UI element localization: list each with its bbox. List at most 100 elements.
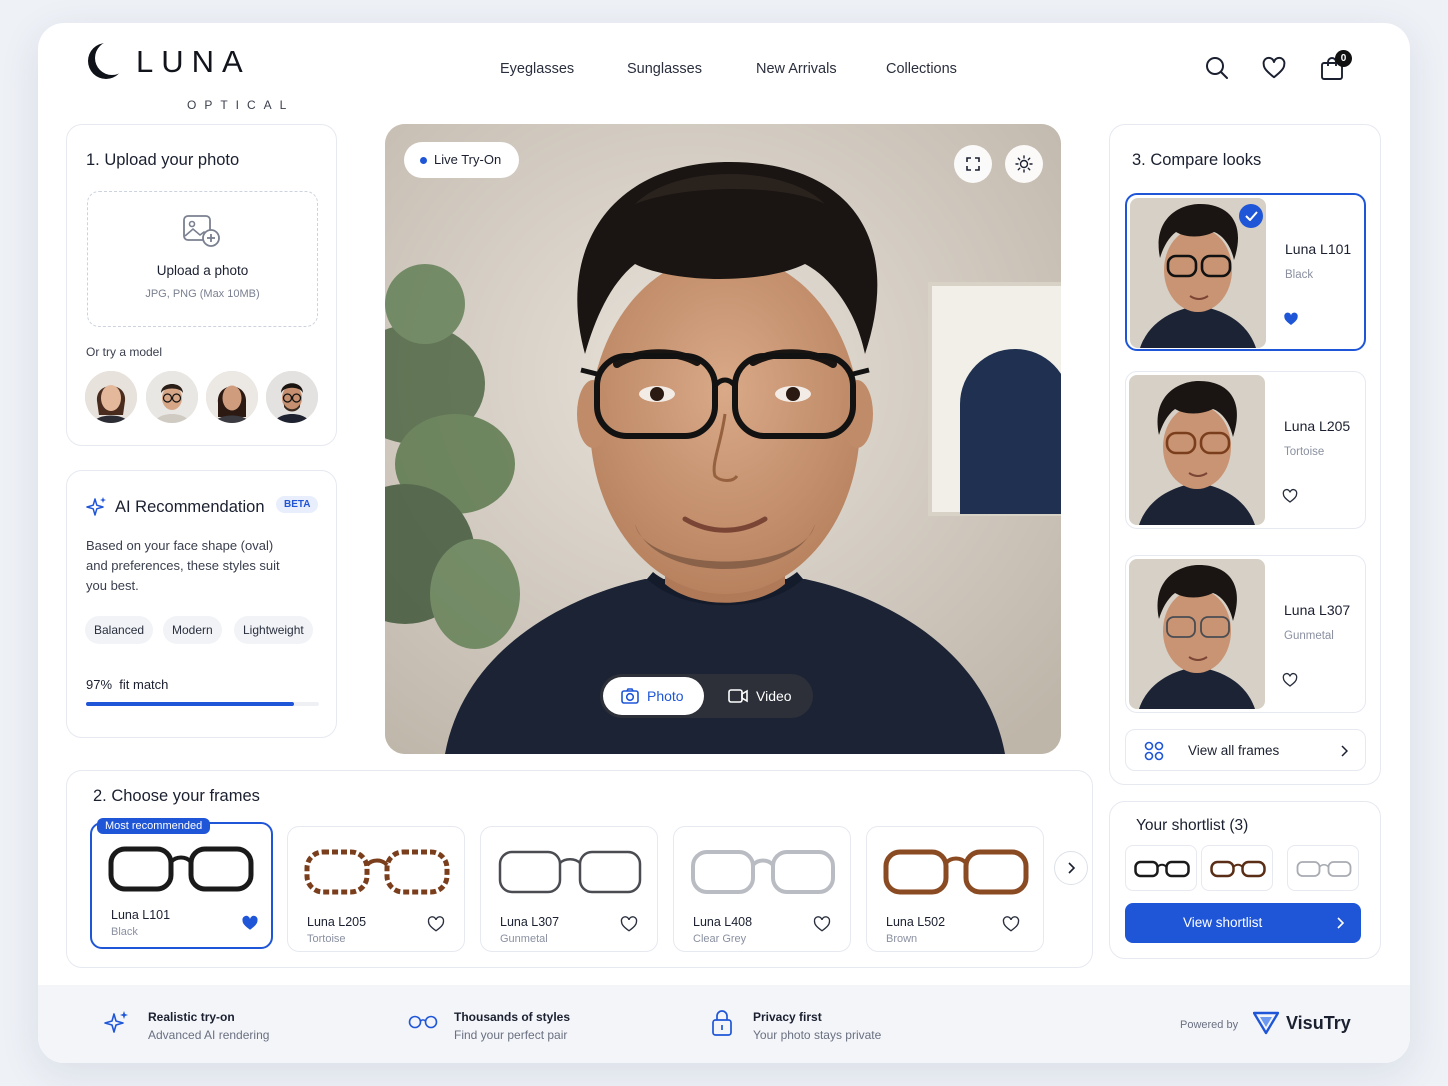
brand-subtitle: OPTICAL xyxy=(187,98,295,112)
nav-eyeglasses[interactable]: Eyeglasses xyxy=(500,61,574,77)
heart-outline-icon[interactable] xyxy=(1282,488,1298,504)
feature-title: Privacy first xyxy=(753,1010,822,1024)
frame-card-l502[interactable]: Luna L502 Brown xyxy=(866,826,1044,952)
sun-icon xyxy=(1015,155,1033,173)
nav-collections[interactable]: Collections xyxy=(886,61,957,77)
heart-filled-icon[interactable] xyxy=(1283,311,1299,327)
fit-value: 97% xyxy=(86,677,113,692)
glasses-tortoise-icon xyxy=(1210,860,1266,878)
fit-progress-fill xyxy=(86,702,294,706)
search-icon[interactable] xyxy=(1204,55,1230,81)
fit-label: fit match xyxy=(119,677,169,692)
upload-hint: JPG, PNG (Max 10MB) xyxy=(145,288,260,300)
upload-title: 1. Upload your photo xyxy=(86,151,240,169)
video-mode-label: Video xyxy=(756,688,792,704)
frame-name: Luna L101 xyxy=(111,908,171,922)
compare-item-color: Gunmetal xyxy=(1284,630,1334,642)
compare-item-l205[interactable]: Luna L205 Tortoise xyxy=(1125,371,1366,529)
frames-title: 2. Choose your frames xyxy=(93,787,260,805)
lock-icon xyxy=(712,1010,732,1036)
powered-by-label: Powered by xyxy=(1180,1019,1239,1031)
feature-title: Realistic try-on xyxy=(148,1010,235,1024)
upload-dropzone[interactable]: Upload a photo JPG, PNG (Max 10MB) xyxy=(87,191,318,327)
footer: Realistic try-on Advanced AI rendering T… xyxy=(38,985,1410,1063)
shortlist-item-2[interactable] xyxy=(1201,845,1273,891)
chip-balanced[interactable]: Balanced xyxy=(85,616,154,644)
glasses-clear-grey-icon xyxy=(691,850,835,894)
shopping-bag-icon[interactable]: 0 xyxy=(1319,50,1352,81)
glasses-brown-icon xyxy=(883,849,1029,895)
upload-card: 1. Upload your photo Upload a photo JPG,… xyxy=(66,124,337,446)
fullscreen-button[interactable] xyxy=(954,145,992,183)
heart-filled-icon[interactable] xyxy=(241,914,259,932)
app-window: LUNA OPTICAL Eyeglasses Sunglasses New A… xyxy=(38,23,1410,1063)
frame-card-l205[interactable]: Luna L205 Tortoise xyxy=(287,826,465,952)
fit-progress-bar xyxy=(86,702,319,706)
video-camera-icon xyxy=(728,689,748,703)
frame-color: Gunmetal xyxy=(500,933,548,945)
compare-item-l101[interactable]: Luna L101 Black xyxy=(1125,193,1366,351)
compare-photo xyxy=(1129,375,1265,525)
view-shortlist-button[interactable]: View shortlist xyxy=(1125,903,1361,943)
photo-mode-label: Photo xyxy=(647,688,684,704)
model-avatar-3[interactable] xyxy=(206,371,258,423)
frames-next-button[interactable] xyxy=(1054,851,1088,885)
view-all-frames-button[interactable]: View all frames xyxy=(1125,729,1366,771)
frame-color: Black xyxy=(111,926,138,938)
frame-name: Luna L307 xyxy=(500,915,560,929)
compare-item-l307[interactable]: Luna L307 Gunmetal xyxy=(1125,555,1366,713)
video-mode-button[interactable]: Video xyxy=(720,677,810,715)
heart-outline-icon[interactable] xyxy=(1282,672,1298,688)
heart-outline-icon[interactable] xyxy=(1002,915,1020,933)
nav-new-arrivals[interactable]: New Arrivals xyxy=(756,61,837,77)
brightness-button[interactable] xyxy=(1005,145,1043,183)
nav-sunglasses[interactable]: Sunglasses xyxy=(627,61,702,77)
grid-icon xyxy=(1144,741,1164,761)
compare-looks-card: 3. Compare looks Luna L101 Black Luna L2… xyxy=(1109,124,1381,785)
glasses-black-icon xyxy=(108,846,254,892)
sparkle-icon xyxy=(104,1011,128,1033)
visutry-brand[interactable]: VisuTry xyxy=(1286,1013,1351,1034)
expand-icon xyxy=(966,157,980,171)
frame-card-l408[interactable]: Luna L408 Clear Grey xyxy=(673,826,851,952)
frame-color: Clear Grey xyxy=(693,933,747,945)
most-recommended-tag: Most recommended xyxy=(97,818,211,834)
model-avatar-2[interactable] xyxy=(146,371,198,423)
compare-item-name: Luna L307 xyxy=(1284,602,1351,618)
frame-name: Luna L502 xyxy=(886,915,946,929)
ai-title: AI Recommendation xyxy=(115,498,265,516)
photo-mode-button[interactable]: Photo xyxy=(603,677,704,715)
frame-card-l101[interactable]: Most recommended Luna L101 Black xyxy=(90,818,273,949)
try-on-portrait xyxy=(385,124,1061,754)
chevron-right-icon xyxy=(1337,917,1344,929)
ai-recommendation-card: AI Recommendation BETA Based on your fac… xyxy=(66,470,337,738)
heart-outline-icon[interactable] xyxy=(427,915,445,933)
upload-button-label: Upload a photo xyxy=(156,263,249,278)
sparkle-icon xyxy=(86,496,108,518)
beta-badge: BETA xyxy=(276,496,319,513)
cart-count-badge: 0 xyxy=(1335,50,1352,67)
choose-frames-card: 2. Choose your frames Most recommended L… xyxy=(66,770,1093,968)
chip-modern[interactable]: Modern xyxy=(163,616,222,644)
model-avatar-1[interactable] xyxy=(85,371,137,423)
try-on-viewer[interactable]: Live Try-On Photo Video xyxy=(385,124,1061,754)
glasses-gunmetal-icon xyxy=(498,850,642,894)
shortlist-item-1[interactable] xyxy=(1125,845,1197,891)
frame-card-l307[interactable]: Luna L307 Gunmetal xyxy=(480,826,658,952)
view-all-label: View all frames xyxy=(1188,743,1280,758)
shortlist-item-3[interactable] xyxy=(1287,845,1359,891)
selected-check-icon xyxy=(1239,204,1263,228)
model-avatar-4[interactable] xyxy=(266,371,318,423)
visutry-logo-icon xyxy=(1253,1011,1279,1035)
frame-color: Tortoise xyxy=(307,933,346,945)
fit-match: 97% fit match xyxy=(86,677,168,692)
glasses-clear-grey-icon xyxy=(1296,861,1352,877)
wishlist-heart-icon[interactable] xyxy=(1261,55,1287,81)
feature-subtitle: Advanced AI rendering xyxy=(148,1028,270,1042)
heart-outline-icon[interactable] xyxy=(620,915,638,933)
frame-color: Brown xyxy=(886,933,918,945)
glasses-tortoise-icon xyxy=(304,849,450,895)
heart-outline-icon[interactable] xyxy=(813,915,831,933)
frame-name: Luna L408 xyxy=(693,915,753,929)
chip-lightweight[interactable]: Lightweight xyxy=(234,616,313,644)
